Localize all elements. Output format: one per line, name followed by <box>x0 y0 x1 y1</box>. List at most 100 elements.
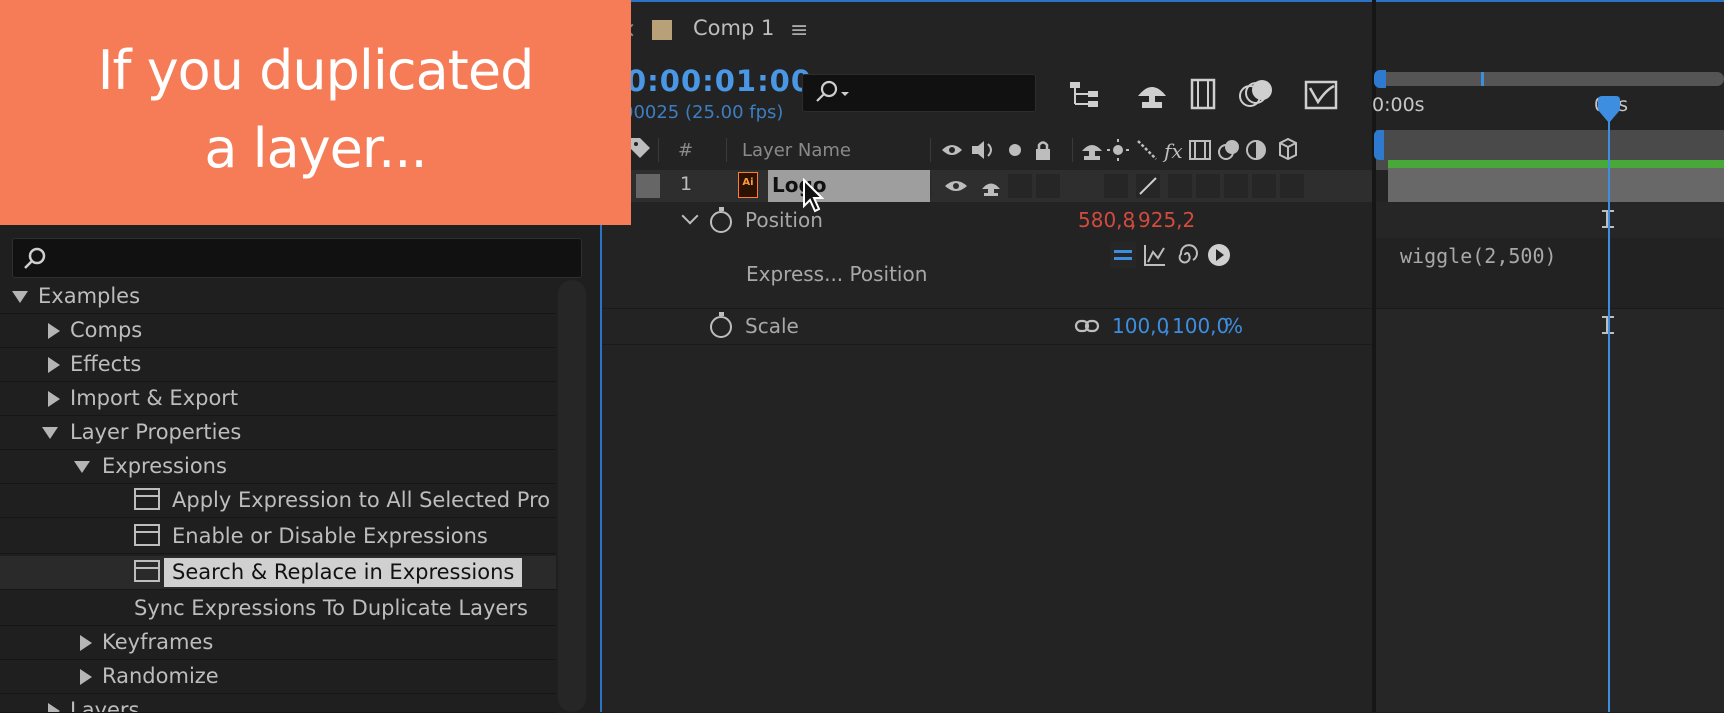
presets-search-input[interactable] <box>12 238 582 278</box>
tree-item-examples[interactable]: Examples <box>0 280 556 314</box>
current-time-display[interactable]: 0:00:01:00 <box>626 64 812 98</box>
expand-triangle-icon <box>42 427 58 439</box>
shy-layers-icon[interactable] <box>1132 76 1172 112</box>
effect-switch[interactable] <box>1168 174 1192 198</box>
number-column-header: # <box>678 140 694 161</box>
frame-blend-switch[interactable] <box>1196 174 1220 198</box>
tree-scrollbar[interactable] <box>558 280 586 712</box>
comp-tab-title[interactable]: Comp 1 <box>693 16 774 40</box>
tree-item-import-export[interactable]: Import & Export <box>0 382 556 416</box>
tree-item-comps[interactable]: Comps <box>0 314 556 348</box>
tutorial-caption-text: If you duplicated a layer... <box>0 32 631 188</box>
tree-item-label: Search & Replace in Expressions <box>164 558 523 587</box>
tree-item-expressions[interactable]: Expressions <box>0 450 556 484</box>
layer-row[interactable]: 1 <box>602 170 1372 202</box>
render-preview-bar <box>1388 160 1724 168</box>
caption-line-1: If you duplicated <box>97 39 535 102</box>
tree-item-label: Randomize <box>102 664 219 688</box>
tree-item-label: Apply Expression to All Selected Pro <box>172 488 551 512</box>
panel-menu-icon[interactable]: ≡ <box>790 18 808 43</box>
position-x-value[interactable]: 580,8 <box>1078 208 1135 232</box>
expression-pickwhip-icon[interactable] <box>1174 242 1200 268</box>
tree-item-label: Effects <box>70 352 142 376</box>
tree-item-label: Layer Properties <box>70 420 242 444</box>
expression-text[interactable]: wiggle(2,500) <box>1400 244 1557 268</box>
expression-label: Express... Position <box>746 262 928 286</box>
work-area-bar[interactable] <box>1380 72 1724 86</box>
value-separator: , <box>1130 208 1137 232</box>
work-area-start-handle[interactable] <box>1374 70 1386 88</box>
collapse-triangle-icon <box>48 391 60 407</box>
twirl-down-icon[interactable] <box>681 207 699 225</box>
label-tag-icon[interactable] <box>628 136 652 162</box>
tree-item-randomize[interactable]: Randomize <box>0 660 556 694</box>
layer-search-input[interactable] <box>802 74 1036 112</box>
tree-item-sync-expressions[interactable]: Sync Expressions To Duplicate Layers <box>0 592 556 626</box>
motion-blur-switch[interactable] <box>1224 174 1248 198</box>
script-icon <box>134 524 160 546</box>
tree-item-label: Keyframes <box>102 630 214 654</box>
motion-blur-icon[interactable] <box>1236 76 1276 112</box>
layer-index: 1 <box>680 173 693 195</box>
collapse-switch[interactable] <box>1104 174 1128 198</box>
solo-switch[interactable] <box>1036 174 1060 198</box>
collapse-triangle-icon <box>80 635 92 651</box>
stopwatch-icon[interactable] <box>710 312 732 338</box>
script-icon <box>134 560 160 582</box>
comp-color-swatch <box>652 20 672 40</box>
tree-item-enable-disable-expressions[interactable]: Enable or Disable Expressions <box>0 520 556 554</box>
scale-x-value[interactable]: 100,0 <box>1112 314 1169 338</box>
panel-focus-border <box>600 0 1724 2</box>
shy-switch-icon[interactable] <box>980 176 1002 198</box>
script-icon <box>134 488 160 510</box>
collapse-triangle-icon <box>48 357 60 373</box>
expression-enable-icon[interactable] <box>1110 242 1136 268</box>
quality-switch-icon[interactable] <box>1136 174 1160 198</box>
label-color-box[interactable] <box>636 174 660 198</box>
ruler-start-label: 0:00s <box>1372 94 1425 116</box>
scale-property-row[interactable]: Scale 100,0 , 100,0 % <box>602 310 1372 345</box>
tree-item-label: Sync Expressions To Duplicate Layers <box>134 596 528 620</box>
tree-item-layers[interactable]: Layers <box>0 694 556 713</box>
visibility-eye-icon[interactable] <box>944 177 968 195</box>
tree-item-label: Enable or Disable Expressions <box>172 524 488 548</box>
caption-line-2: a layer... <box>204 117 427 180</box>
frame-rate-display: 00025 (25.00 fps) <box>622 102 784 123</box>
work-area-in-handle[interactable] <box>1374 130 1384 160</box>
tree-item-apply-expression[interactable]: Apply Expression to All Selected Pro <box>0 484 556 518</box>
scale-y-value[interactable]: 100,0 <box>1172 314 1229 338</box>
tree-item-effects[interactable]: Effects <box>0 348 556 382</box>
expand-triangle-icon <box>12 291 28 303</box>
tree-item-label: Examples <box>38 284 141 308</box>
expression-language-menu-icon[interactable] <box>1206 242 1232 268</box>
expression-graph-icon[interactable] <box>1142 242 1168 268</box>
layer-name-field[interactable]: Logo <box>768 170 930 202</box>
expression-row: Express... Position <box>602 238 1372 309</box>
scale-unit: % <box>1224 314 1244 338</box>
audio-switch[interactable] <box>1008 174 1032 198</box>
position-property-row[interactable]: Position 580,8 , 925,2 <box>602 204 1372 238</box>
expand-triangle-icon <box>74 461 90 473</box>
position-y-value[interactable]: 925,2 <box>1138 208 1195 232</box>
collapse-triangle-icon <box>80 669 92 685</box>
adjustment-switch[interactable] <box>1252 174 1276 198</box>
3d-switch[interactable] <box>1280 174 1304 198</box>
layer-duration-bar[interactable] <box>1388 168 1724 202</box>
layer-switch-icons: fx <box>1082 137 1297 163</box>
current-time-indicator-head[interactable] <box>1596 96 1622 124</box>
stopwatch-icon[interactable] <box>710 207 732 233</box>
tree-item-label: Comps <box>70 318 143 342</box>
property-label: Scale <box>745 314 799 338</box>
search-icon <box>816 80 849 102</box>
graph-editor-icon[interactable] <box>1302 76 1342 112</box>
composition-flowchart-icon[interactable] <box>1066 76 1106 112</box>
constrain-proportions-link-icon[interactable] <box>1074 316 1100 336</box>
frame-blending-icon[interactable] <box>1184 76 1224 112</box>
tree-item-search-replace[interactable]: Search & Replace in Expressions <box>0 556 556 590</box>
tree-item-layer-properties[interactable]: Layer Properties <box>0 416 556 450</box>
tree-item-keyframes[interactable]: Keyframes <box>0 626 556 660</box>
time-navigator-marker <box>1481 72 1484 86</box>
current-time-indicator-line[interactable] <box>1608 100 1610 712</box>
tree-item-label: Import & Export <box>70 386 239 410</box>
layer-name-column-header[interactable]: Layer Name <box>742 140 851 161</box>
